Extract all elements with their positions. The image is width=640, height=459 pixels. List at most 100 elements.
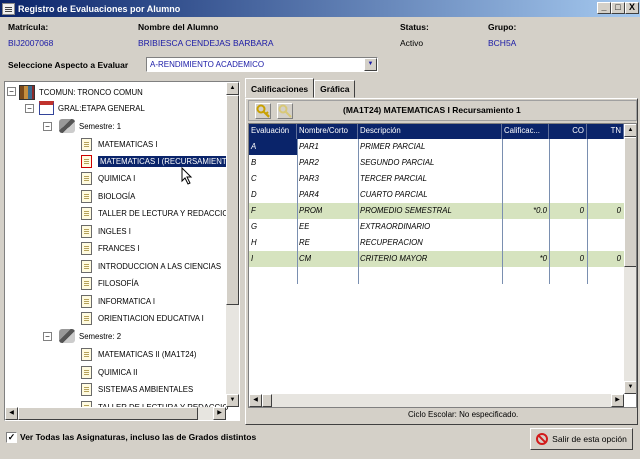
tree-subject-selected[interactable]: MATEMATICAS I (RECURSAMIENT — [81, 153, 229, 169]
tree-subject[interactable]: MATEMATICAS I — [81, 136, 158, 152]
scroll-thumb[interactable] — [226, 95, 239, 305]
key-icon[interactable] — [255, 103, 271, 119]
document-icon — [81, 137, 92, 151]
tools-icon — [59, 119, 75, 133]
col-calificacion[interactable]: Calificac... — [502, 124, 549, 139]
tree-semester-1[interactable]: Semestre: 1 — [59, 118, 121, 134]
grid-vertical-scrollbar[interactable]: ▲ ▼ — [624, 124, 636, 394]
scroll-thumb[interactable] — [624, 137, 636, 267]
col-co[interactable]: CO — [549, 124, 587, 139]
tree-subject[interactable]: ORIENTIACION EDUCATIVA I — [81, 310, 204, 326]
scroll-up-button[interactable]: ▲ — [624, 124, 636, 137]
column-divider — [587, 139, 588, 284]
grades-grid[interactable]: Evaluación Nombre/Corto Descripción Cali… — [248, 123, 637, 408]
tree-subject[interactable]: MATEMATICAS II (MA1T24) — [81, 346, 196, 362]
app-icon — [2, 2, 15, 15]
calendar-icon — [39, 101, 54, 115]
subject-header: (MA1T24) MATEMATICAS I Recursamiento 1 — [248, 100, 637, 121]
tab-calificaciones[interactable]: Calificaciones — [245, 78, 315, 98]
tree-subject[interactable]: SISTEMAS AMBIENTALES — [81, 381, 193, 397]
subject-title: (MA1T24) MATEMATICAS I Recursamiento 1 — [343, 105, 521, 115]
show-all-subjects-checkbox[interactable]: ✓ — [6, 432, 17, 443]
tree-subject[interactable]: INGLES I — [81, 223, 131, 239]
column-divider — [358, 139, 359, 284]
document-icon — [81, 311, 92, 325]
col-evaluacion[interactable]: Evaluación — [249, 124, 297, 139]
collapse-icon[interactable]: − — [43, 122, 52, 131]
tree-root[interactable]: TCOMUN: TRONCO COMUN — [19, 84, 143, 100]
grid-horizontal-scrollbar[interactable]: ◀ ▶ — [249, 394, 624, 407]
document-icon — [81, 206, 92, 220]
column-divider — [549, 139, 550, 284]
tree-subject[interactable]: INTRODUCCION A LAS CIENCIAS — [81, 258, 221, 274]
tab-bar: Calificaciones Gráfica — [245, 78, 356, 98]
table-row[interactable]: G EE EXTRAORDINARIO — [249, 219, 624, 235]
document-warning-icon — [81, 154, 92, 168]
tree-stage[interactable]: GRAL:ETAPA GENERAL — [39, 100, 145, 116]
aspect-select[interactable]: A-RENDIMIENTO ACADEMICO ▼ — [146, 57, 378, 72]
chevron-down-icon[interactable]: ▼ — [364, 58, 377, 71]
nombre-label: Nombre del Alumno — [138, 22, 219, 32]
scroll-left-button[interactable]: ◀ — [249, 394, 262, 407]
table-row[interactable]: B PAR2 SEGUNDO PARCIAL — [249, 155, 624, 171]
table-row[interactable]: D PAR4 CUARTO PARCIAL — [249, 187, 624, 203]
col-descripcion[interactable]: Descripción — [358, 124, 502, 139]
table-row[interactable]: H RE RECUPERACION — [249, 235, 624, 251]
title-bar: Registro de Evaluaciones por Alumno _ □ … — [0, 0, 640, 17]
collapse-icon[interactable]: − — [43, 332, 52, 341]
table-row[interactable]: A PAR1 PRIMER PARCIAL — [249, 139, 624, 155]
show-all-subjects-label[interactable]: Ver Todas las Asignaturas, incluso las d… — [20, 432, 256, 442]
books-icon — [19, 84, 35, 100]
search-key-icon[interactable] — [277, 103, 293, 119]
tree-subject[interactable]: BIOLOGÍA — [81, 188, 135, 204]
document-icon — [81, 171, 92, 185]
document-icon — [81, 294, 92, 308]
tree-subject[interactable]: QUIMICA I — [81, 170, 135, 186]
table-row[interactable]: F PROM PROMEDIO SEMESTRAL *0.0 0 0 — [249, 203, 624, 219]
document-icon — [81, 259, 92, 273]
table-row[interactable]: I CM CRITERIO MAYOR *0 0 0 — [249, 251, 624, 267]
window-title: Registro de Evaluaciones por Alumno — [18, 3, 181, 14]
col-tn[interactable]: TN — [587, 124, 624, 139]
status-bar: Ciclo Escolar: No especificado. — [248, 407, 637, 422]
tree-subject[interactable]: QUIMICA II — [81, 364, 137, 380]
grupo-value: BCH5A — [488, 38, 517, 48]
collapse-icon[interactable]: − — [7, 87, 16, 96]
collapse-icon[interactable]: − — [25, 104, 34, 113]
tree-semester-2[interactable]: Semestre: 2 — [59, 328, 121, 344]
scroll-down-button[interactable]: ▼ — [624, 381, 636, 394]
aspect-label: Seleccione Aspecto a Evaluar — [8, 60, 129, 70]
scroll-right-button[interactable]: ▶ — [611, 394, 624, 407]
tree-subject[interactable]: INFORMATICA I — [81, 293, 155, 309]
tree-horizontal-scrollbar[interactable]: ◀ ▶ — [5, 407, 226, 420]
tools-icon — [59, 329, 75, 343]
scroll-thumb[interactable] — [18, 407, 198, 420]
maximize-button[interactable]: □ — [611, 2, 625, 14]
column-divider — [297, 139, 298, 284]
tree-subject[interactable]: TALLER DE LECTURA Y REDACCIO — [81, 205, 228, 221]
matricula-label: Matrícula: — [8, 22, 49, 32]
matricula-value: BIJ2007068 — [8, 38, 54, 48]
scroll-left-button[interactable]: ◀ — [5, 407, 18, 420]
school-cycle-status: Ciclo Escolar: No especificado. — [408, 410, 519, 419]
subject-tree[interactable]: − TCOMUN: TRONCO COMUN − GRAL:ETAPA GENE… — [4, 81, 240, 421]
scroll-right-button[interactable]: ▶ — [213, 407, 226, 420]
tree-subject[interactable]: FRANCES I — [81, 240, 140, 256]
tree-subject[interactable]: FILOSOFÍA — [81, 275, 139, 291]
status-value: Activo — [400, 38, 424, 48]
tree-vertical-scrollbar[interactable]: ▲ ▼ — [226, 82, 239, 407]
col-nombre-corto[interactable]: Nombre/Corto — [297, 124, 358, 139]
scroll-up-button[interactable]: ▲ — [226, 82, 239, 95]
close-button[interactable]: X — [625, 2, 639, 14]
document-icon — [81, 365, 92, 379]
scroll-down-button[interactable]: ▼ — [226, 394, 239, 407]
minimize-button[interactable]: _ — [597, 2, 611, 14]
document-icon — [81, 189, 92, 203]
mouse-cursor-icon — [181, 167, 193, 185]
document-icon — [81, 224, 92, 238]
tab-grafica[interactable]: Gráfica — [314, 80, 356, 98]
exit-button[interactable]: Salir de esta opción — [530, 428, 633, 450]
no-entry-icon — [536, 433, 549, 445]
scroll-thumb[interactable] — [262, 394, 272, 407]
table-row[interactable]: C PAR3 TERCER PARCIAL — [249, 171, 624, 187]
